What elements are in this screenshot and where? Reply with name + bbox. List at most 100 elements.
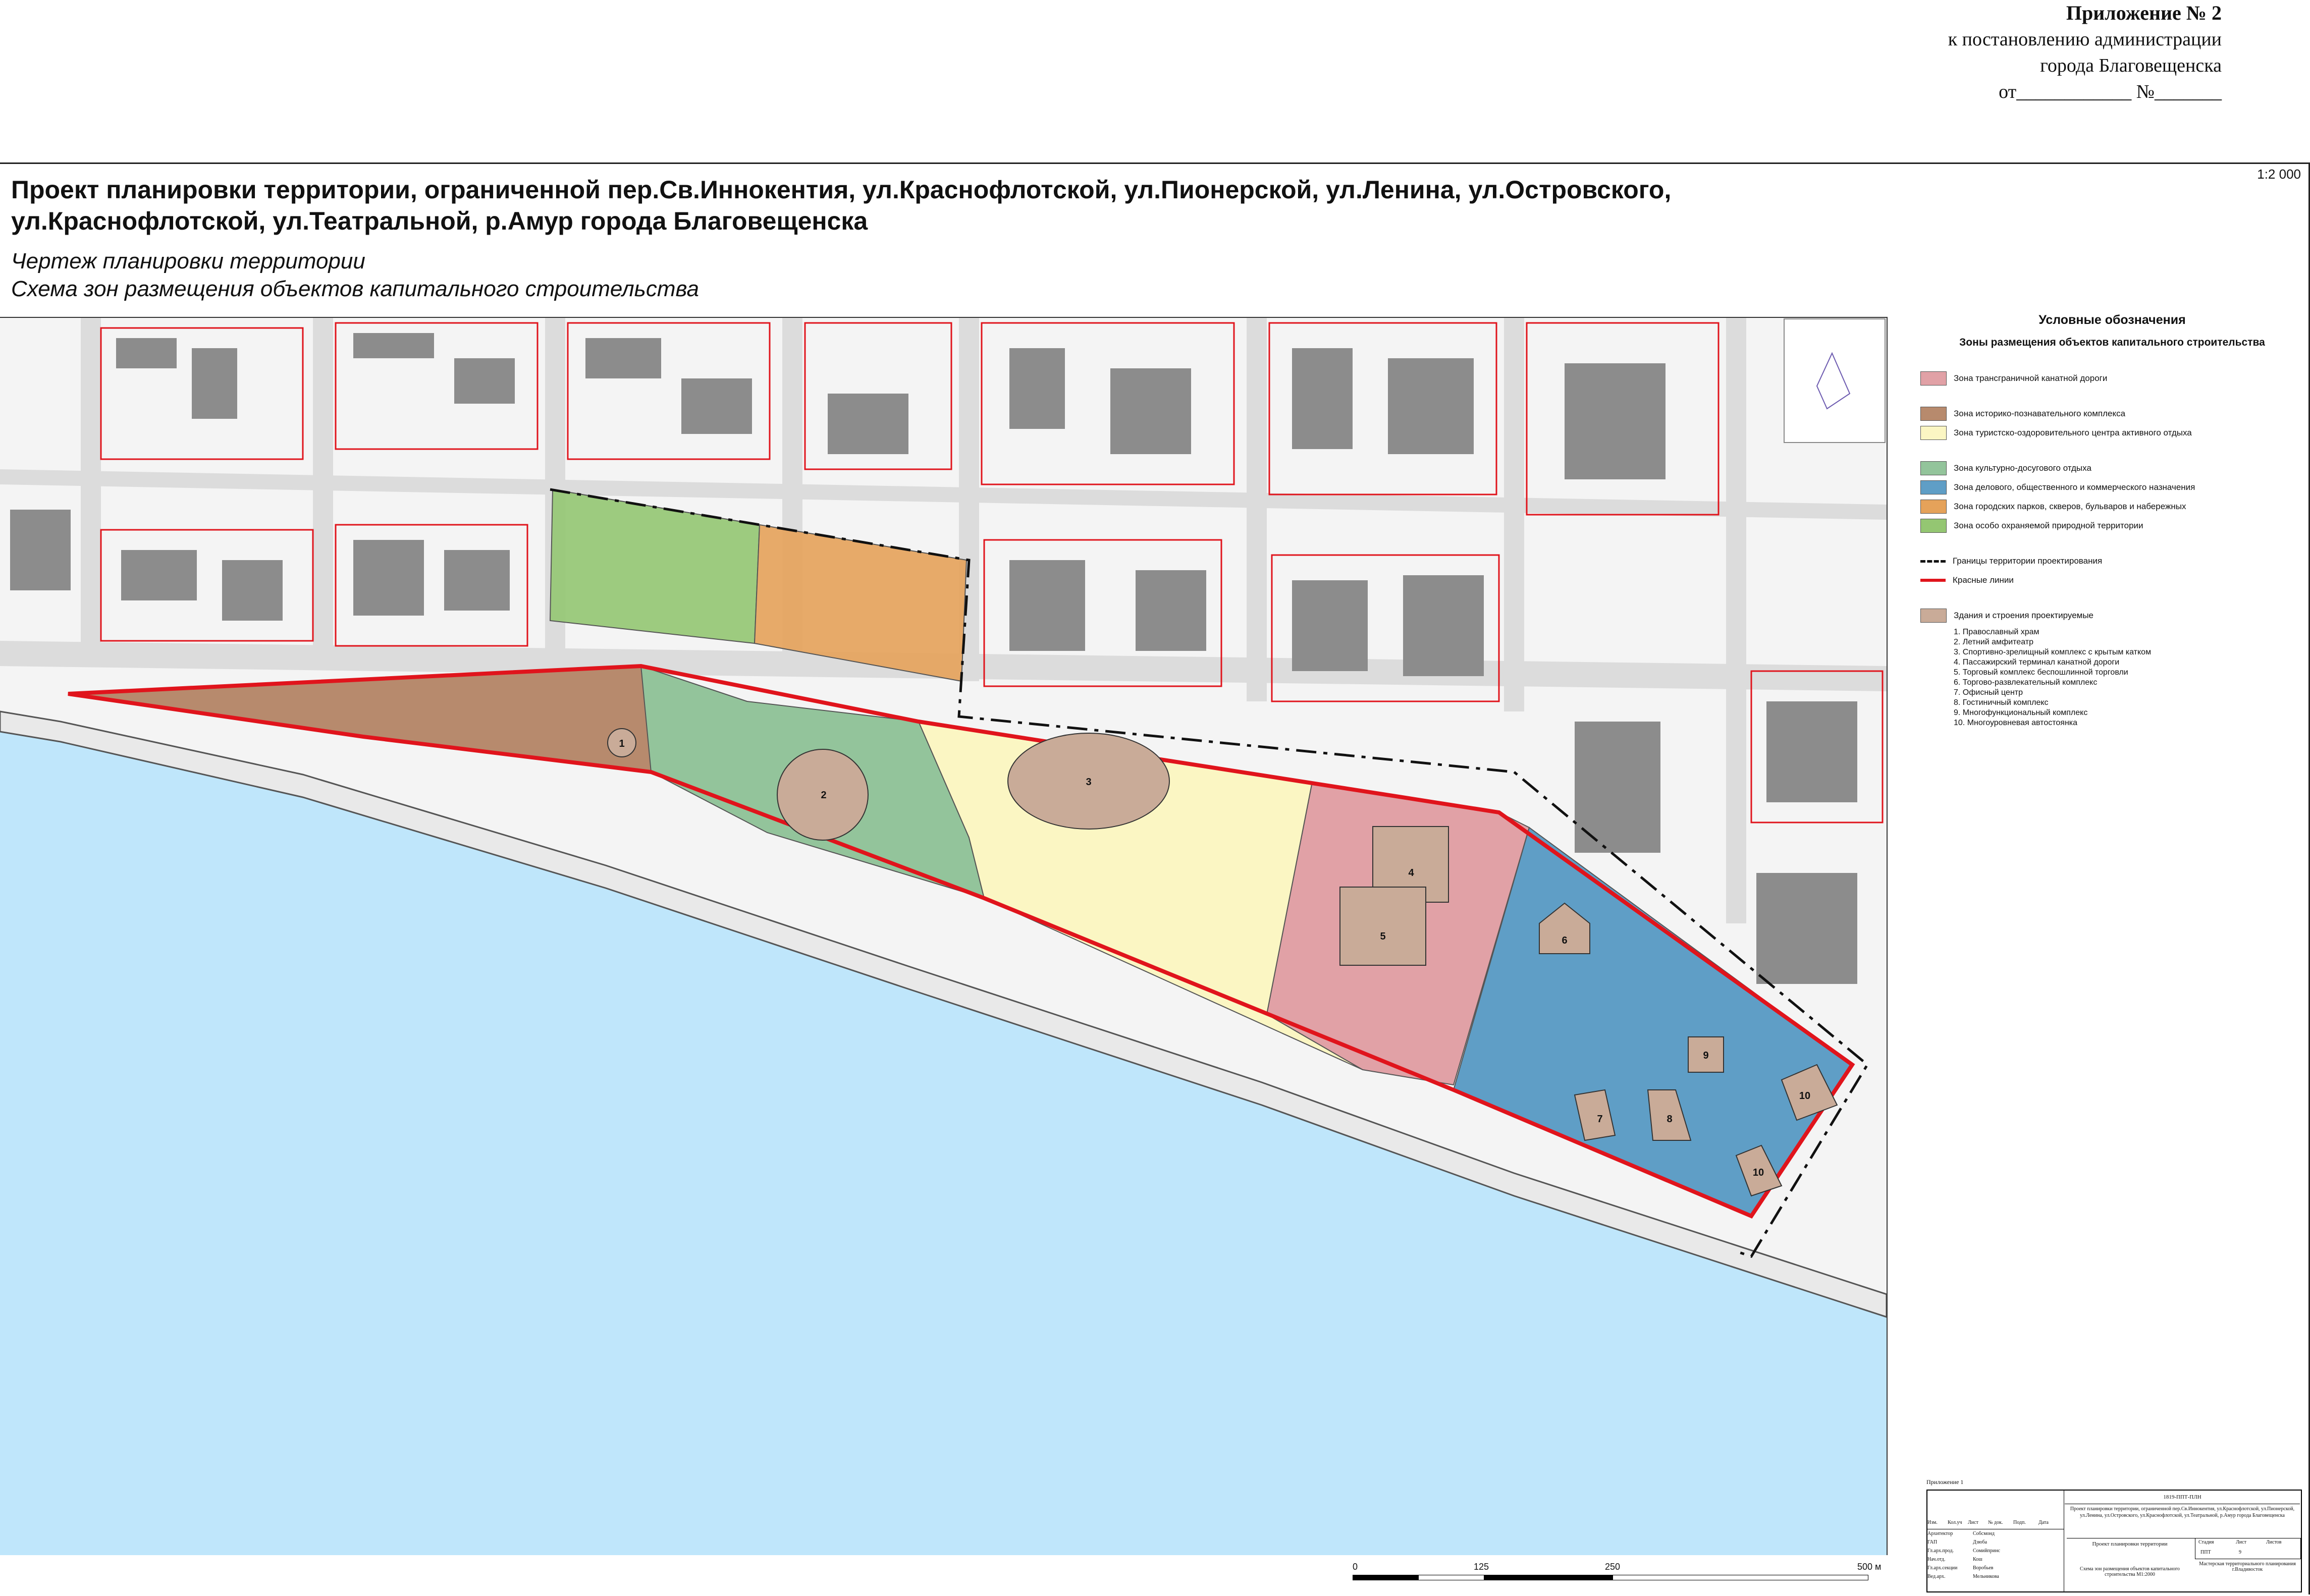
appendix-line-3: от____________ №_______ [1999,81,2222,102]
stamp-staff-row: Гл.арх.прод. Сомийпринс [1927,1548,2001,1554]
scale-label: 1:2 000 [2257,167,2301,182]
stamp-sheet-number: 9 [2239,1550,2241,1555]
stamp-staff-row: Архитектор Собсмонд [1927,1531,1995,1536]
stamp-sheet-head: Лист [2236,1539,2246,1545]
planning-map[interactable]: 1 2 3 4 5 6 7 8 9 10 10 [0,317,1888,1555]
label-building-10b: 10 [1753,1167,1764,1178]
legend-item: Зона городских парков, скверов, бульваро… [1920,497,2304,516]
label-building-1: 1 [619,738,624,749]
legend-item: Зона туристско-оздоровительного центра а… [1920,423,2304,443]
legend: Условные обозначения Зоны размещения объ… [1920,313,2304,728]
scale-segment [1353,1575,1419,1580]
swatch-historical [1920,407,1947,421]
stamp-head: № док. [1988,1520,2003,1525]
stamp-staff-row: Вед.арх. Мельникова [1927,1574,1999,1579]
buildings-list: 1. Православный храм 2. Летний амфитеатр… [1954,627,2304,728]
label-building-6: 6 [1562,935,1567,946]
appendix-line-1: к постановлению администрации [1948,29,2222,50]
legend-subtitle: Зоны размещения объектов капитального ст… [1959,337,2265,348]
stamp-code: 1819-ППТ-ПЛН [2065,1491,2300,1504]
label-building-5: 5 [1380,931,1385,942]
stamp-staff-row: Нач.отд. Кош [1927,1557,1982,1562]
legend-label: Зона делового, общественного и коммерчес… [1954,482,2195,492]
building-entry: 10. Многоуровневая автостоянка [1954,719,2078,727]
legend-item: Границы территории проектирования [1920,552,2304,571]
building-entry: 2. Летний амфитеатр [1954,638,2033,646]
building-entry: 4. Пассажирский терминал канатной дороги [1954,658,2120,667]
stamp-staff-row: ГАП Дзюба [1927,1539,1987,1545]
subtitle-line-1: Чертеж планировки территории [11,249,365,273]
stamp-appendix: Приложение 1 [1926,1478,1964,1485]
drawing-subtitle: Чертеж планировки территории Схема зон р… [11,247,699,303]
stamp-sheets-head: Листов [2266,1539,2282,1545]
stamp-head: Дата [2038,1520,2049,1525]
swatch-parks [1920,500,1947,514]
scale-segment [1484,1575,1614,1580]
swatch-tourist [1920,426,1947,440]
stamp-head: Лист [1968,1520,1978,1525]
legend-label: Зона городских парков, скверов, бульваро… [1954,502,2186,511]
stamp-stage-code: ППТ [2200,1550,2211,1555]
stamp-stage: Проект планировки территории [2092,1541,2168,1547]
swatch-business [1920,480,1947,494]
scale-tick-125: 125 [1474,1562,1489,1572]
legend-item: Зона особо охраняемой природной территор… [1920,516,2304,535]
subtitle-line-2: Схема зон размещения объектов капитально… [11,277,699,301]
label-building-3: 3 [1086,777,1091,788]
building-entry: 9. Многофункциональный комплекс [1954,708,2088,717]
legend-title: Условные обозначения [2038,313,2186,327]
stamp-head: Изм. [1927,1520,1938,1525]
map-canvas: 1 2 3 4 5 6 7 8 9 10 10 [0,318,1887,1555]
legend-item: Здания и строения проектируемые [1920,606,2304,625]
swatch-boundary [1920,560,1946,563]
legend-item: Зона культурно-досугового отдыха [1920,459,2304,478]
scale-segment [1613,1575,1868,1580]
appendix-title: Приложение № 2 [2066,2,2222,24]
scale-bar: 0 125 250 500 м [1353,1562,1883,1582]
legend-label: Зона историко-познавательного комплекса [1954,409,2126,418]
building-entry: 3. Спортивно-зрелищный комплекс с крытым… [1954,648,2152,656]
legend-item: Зона делового, общественного и коммерчес… [1920,478,2304,497]
stamp-head: Подп. [2013,1520,2026,1525]
swatch-protected [1920,519,1947,533]
legend-label: Зона туристско-оздоровительного центра а… [1954,428,2192,437]
label-building-8: 8 [1667,1114,1672,1125]
wind-rose [1784,318,1886,443]
stamp-head: Кол.уч [1948,1520,1962,1525]
building-entry: 7. Офисный центр [1954,688,2023,697]
legend-item: Зона трансграничной канатной дороги [1920,369,2304,388]
appendix-header: Приложение № 2 к постановлению администр… [1948,0,2222,105]
building-entry: 1. Православный храм [1954,628,2039,636]
stamp-sheet-title: Схема зон размещения объектов капитально… [2080,1566,2180,1577]
label-building-2: 2 [821,790,826,801]
legend-label: Границы территории проектирования [1953,556,2103,566]
label-building-4: 4 [1408,867,1414,878]
legend-label: Здания и строения проектируемые [1954,611,2094,620]
swatch-cultural [1920,461,1947,475]
stamp-org: Мастерская территориального планирования… [2199,1561,2296,1572]
swatch-buildings [1920,609,1947,623]
stamp-staff-row: Гл.арх.секции Воробьев [1927,1565,1994,1571]
swatch-cableway [1920,371,1947,386]
scale-tick-500: 500 м [1857,1562,1882,1572]
label-building-10a: 10 [1799,1090,1810,1102]
legend-label: Зона трансграничной канатной дороги [1954,373,2108,383]
building-entry: 5. Торговый комплекс беспошлинной торгов… [1954,668,2128,677]
scale-tick-250: 250 [1605,1562,1621,1572]
appendix-line-2: города Благовещенска [2040,55,2222,76]
scale-tick-0: 0 [1353,1562,1358,1572]
legend-label: Красные линии [1953,575,2014,585]
stamp-project: Проект планировки территории, ограниченн… [2067,1506,2298,1538]
drawing-title: Проект планировки территории, ограниченн… [11,176,1672,235]
building-entry: 6. Торгово-развлекательный комплекс [1954,678,2098,687]
legend-item: Зона историко-познавательного комплекса [1920,404,2304,423]
label-building-7: 7 [1597,1114,1602,1125]
swatch-red-line [1920,579,1946,582]
title-block: Приложение 1 Изм. Кол.уч Лист № док. Под… [1926,1478,2302,1592]
building-entry: 8. Гостиничный комплекс [1954,698,2049,707]
legend-label: Зона особо охраняемой природной территор… [1954,521,2143,530]
label-building-9: 9 [1703,1050,1708,1061]
stamp-stage-head: Стадия [2198,1539,2214,1545]
legend-label: Зона культурно-досугового отдыха [1954,463,2091,473]
legend-item: Красные линии [1920,571,2304,590]
